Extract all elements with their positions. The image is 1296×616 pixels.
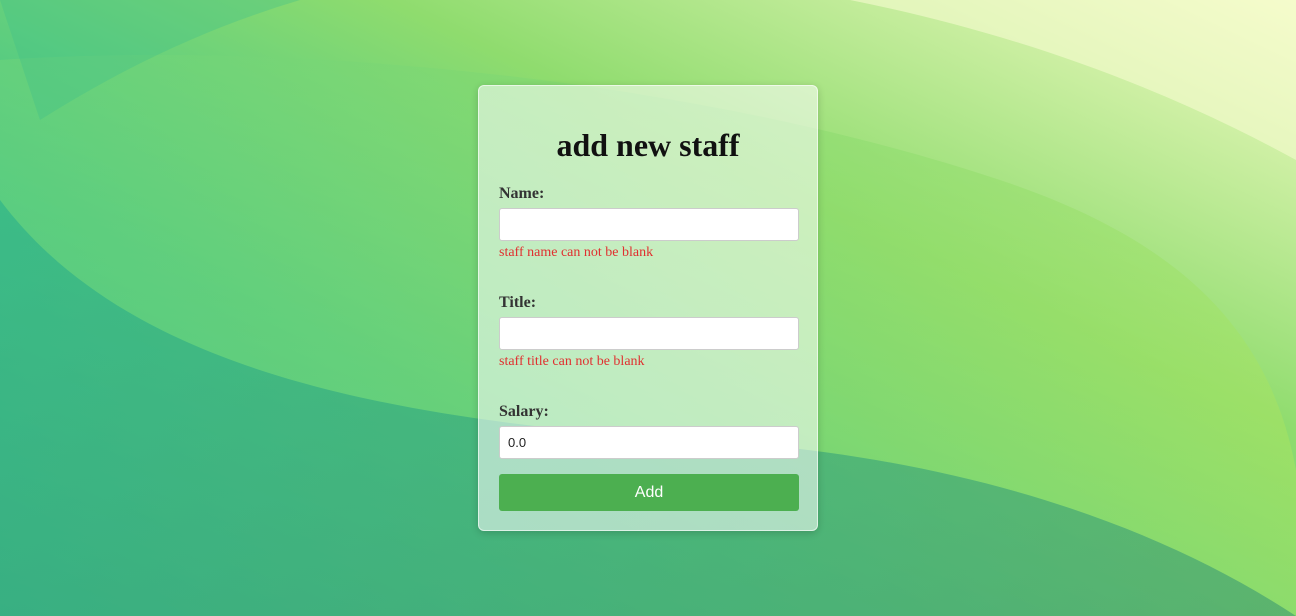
name-input[interactable] <box>499 208 799 241</box>
name-label: Name: <box>499 185 545 202</box>
page-title: add new staff <box>556 127 740 163</box>
salary-label: Salary: <box>499 403 549 420</box>
title-input[interactable] <box>499 317 799 350</box>
add-button[interactable]: Add <box>499 474 799 511</box>
title-error: staff title can not be blank <box>499 354 645 369</box>
name-error: staff name can not be blank <box>499 245 654 260</box>
add-staff-card: add new staff Name: staff name can not b… <box>478 85 818 531</box>
title-label: Title: <box>499 294 537 311</box>
salary-input[interactable] <box>499 426 799 459</box>
